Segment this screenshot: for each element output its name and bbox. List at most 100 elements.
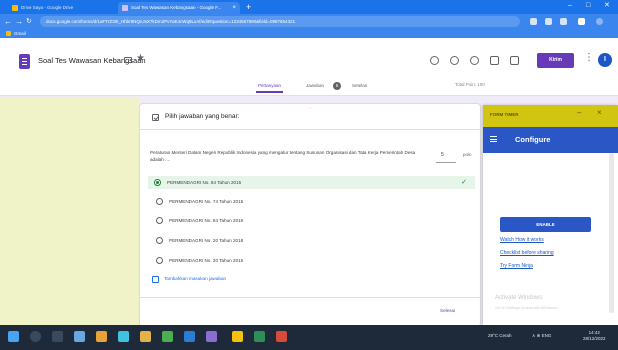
widgets-icon[interactable] [74, 331, 85, 342]
done-button[interactable]: Selesai [440, 308, 455, 313]
panel-title-bar: Configure [483, 127, 618, 153]
answer-option-correct[interactable]: PERMENDAGRI No. 84 Tahun 2015 ✓ [148, 176, 475, 189]
palette-icon[interactable] [430, 56, 439, 65]
tab-title: Soal Tes Wawasan Kebangsaan - Google F..… [131, 5, 222, 10]
tab-close-icon[interactable]: × [232, 2, 236, 14]
reload-icon[interactable]: ↻ [26, 15, 32, 28]
forward-icon[interactable]: → [15, 15, 23, 28]
answer-option[interactable]: PERMENDAGRI No. 74 Tahun 2015 [150, 195, 475, 208]
media-icon[interactable] [276, 331, 287, 342]
date-label: 28/12/2022 [583, 336, 606, 341]
points-input[interactable]: 5 [441, 152, 444, 158]
new-tab-button[interactable]: + [246, 1, 251, 13]
activate-windows-subtext: Go to Settings to activate Windows. [495, 305, 559, 310]
avatar[interactable]: I [598, 53, 612, 67]
bookmarks-bar: Gmail [0, 29, 618, 38]
file-explorer-icon[interactable] [96, 331, 107, 342]
drive-icon [12, 5, 18, 11]
task-view-icon[interactable] [52, 331, 63, 342]
panel-header-label: FORM TIMER [490, 112, 519, 117]
drag-handle-icon[interactable]: ⋯ [306, 105, 316, 112]
browser-tab-bar: Drive Saya - Google Drive × Soal Tes Waw… [0, 0, 618, 14]
panel-scrollbar[interactable] [609, 153, 614, 313]
windows-start-icon[interactable] [8, 331, 19, 342]
answer-option[interactable]: PERMENDAGRI No. 84 Tahun 2016 [150, 214, 475, 227]
send-button[interactable]: Kirim [537, 53, 574, 68]
search-icon[interactable] [30, 331, 41, 342]
google-forms-icon[interactable] [19, 54, 30, 69]
radio-button-checked[interactable] [154, 179, 161, 186]
bookmark-gmail[interactable]: Gmail [6, 30, 26, 37]
edge-icon[interactable] [118, 331, 129, 342]
browser-tab-drive[interactable]: Drive Saya - Google Drive × [8, 2, 126, 14]
forms-icon [122, 5, 128, 11]
option-label: PERMENDAGRI No. 84 Tahun 2016 [169, 218, 244, 223]
option-label: PERMENDAGRI No. 74 Tahun 2015 [169, 199, 244, 204]
more-vert-icon[interactable]: ⋮ [584, 52, 594, 63]
minimize-button[interactable]: – [568, 0, 572, 12]
radio-button[interactable] [156, 217, 163, 224]
powerpoint-icon[interactable] [232, 331, 243, 342]
chrome-icon[interactable] [162, 331, 173, 342]
forms-header: Soal Tes Wawasan Kebangsaan ★ Kirim ⋮ I … [0, 38, 618, 96]
folder-icon[interactable] [124, 57, 132, 63]
weather-widget[interactable]: 29°C Cerah [488, 333, 512, 338]
store-icon[interactable] [140, 331, 151, 342]
profile-icon[interactable] [596, 18, 603, 25]
menu-icon[interactable] [490, 136, 497, 142]
bookmark-label: Gmail [14, 31, 26, 36]
tab-responses[interactable]: Jawaban [306, 83, 324, 88]
answer-option[interactable]: PERMENDAGRI No. 20 Tahun 2015 [150, 254, 475, 267]
url-input[interactable]: docs.google.com/forms/d/1aFTrZ3t0_Hhbr8N… [40, 16, 520, 27]
answer-option[interactable]: PERMENDAGRI No. 20 Tahun 2018 [150, 234, 475, 247]
gmail-icon [6, 31, 11, 36]
option-label: PERMENDAGRI No. 84 Tahun 2015 [167, 180, 242, 185]
browser-tab-forms[interactable]: Soal Tes Wawasan Kebangsaan - Google F..… [118, 2, 240, 14]
radio-button[interactable] [156, 237, 163, 244]
enable-button[interactable]: ENABLE [500, 217, 591, 232]
teams-icon[interactable] [206, 331, 217, 342]
clock[interactable]: 14:42 28/12/2022 [583, 330, 606, 342]
feedback-label: Tambahkan masukan jawaban [164, 276, 227, 281]
maximize-button[interactable]: □ [586, 0, 590, 12]
form-timer-panel: FORM TIMER – × Configure ENABLE Watch Ho… [483, 105, 618, 325]
option-label: PERMENDAGRI No. 20 Tahun 2018 [169, 238, 244, 243]
panel-title: Configure [515, 135, 551, 144]
address-bar-row: ← → ↻ docs.google.com/forms/d/1aFTrZ3t0_… [0, 14, 618, 29]
close-icon[interactable]: × [597, 108, 602, 117]
page-left-background [0, 97, 140, 325]
form-ninja-link[interactable]: Try Form Ninja [500, 263, 533, 269]
excel-icon[interactable] [254, 331, 265, 342]
responses-count-badge: 6 [333, 82, 341, 90]
answer-key-icon [152, 114, 159, 121]
extension-icon[interactable] [545, 18, 552, 25]
points-underline [436, 162, 456, 163]
checklist-link[interactable]: Checklist before sharing [500, 250, 554, 256]
add-feedback-link[interactable]: Tambahkan masukan jawaban [152, 276, 227, 283]
minimize-icon[interactable]: – [577, 108, 581, 117]
activate-windows-watermark: Activate Windows [495, 295, 543, 301]
tab-questions[interactable]: Pertanyaan [255, 83, 284, 93]
system-tray[interactable]: ∧ ⊕ ENG [532, 333, 551, 339]
radio-button[interactable] [156, 257, 163, 264]
undo-icon[interactable] [490, 56, 499, 65]
question-text: Peraturan Menteri Dalam Negeri Republik … [150, 150, 416, 162]
bookmark-star-icon[interactable] [530, 18, 537, 25]
puzzle-icon[interactable] [560, 18, 567, 25]
feedback-icon [152, 276, 159, 283]
close-window-button[interactable]: ✕ [604, 0, 610, 12]
windows-taskbar: 29°C Cerah ∧ ⊕ ENG 14:42 28/12/2022 [0, 325, 618, 350]
word-icon[interactable] [184, 331, 195, 342]
star-icon[interactable]: ★ [136, 53, 145, 64]
total-points: Total Poin: 100 [455, 82, 485, 87]
back-icon[interactable]: ← [4, 15, 12, 28]
radio-button[interactable] [156, 198, 163, 205]
preview-icon[interactable] [450, 56, 459, 65]
watch-how-link[interactable]: Watch How it works [500, 237, 544, 243]
option-label: PERMENDAGRI No. 20 Tahun 2015 [169, 258, 244, 263]
sidebar-icon[interactable] [578, 18, 585, 25]
eye-icon[interactable] [470, 56, 479, 65]
tab-settings[interactable]: Setelan [352, 83, 367, 88]
panel-header: FORM TIMER – × [483, 105, 618, 127]
redo-icon[interactable] [510, 56, 519, 65]
